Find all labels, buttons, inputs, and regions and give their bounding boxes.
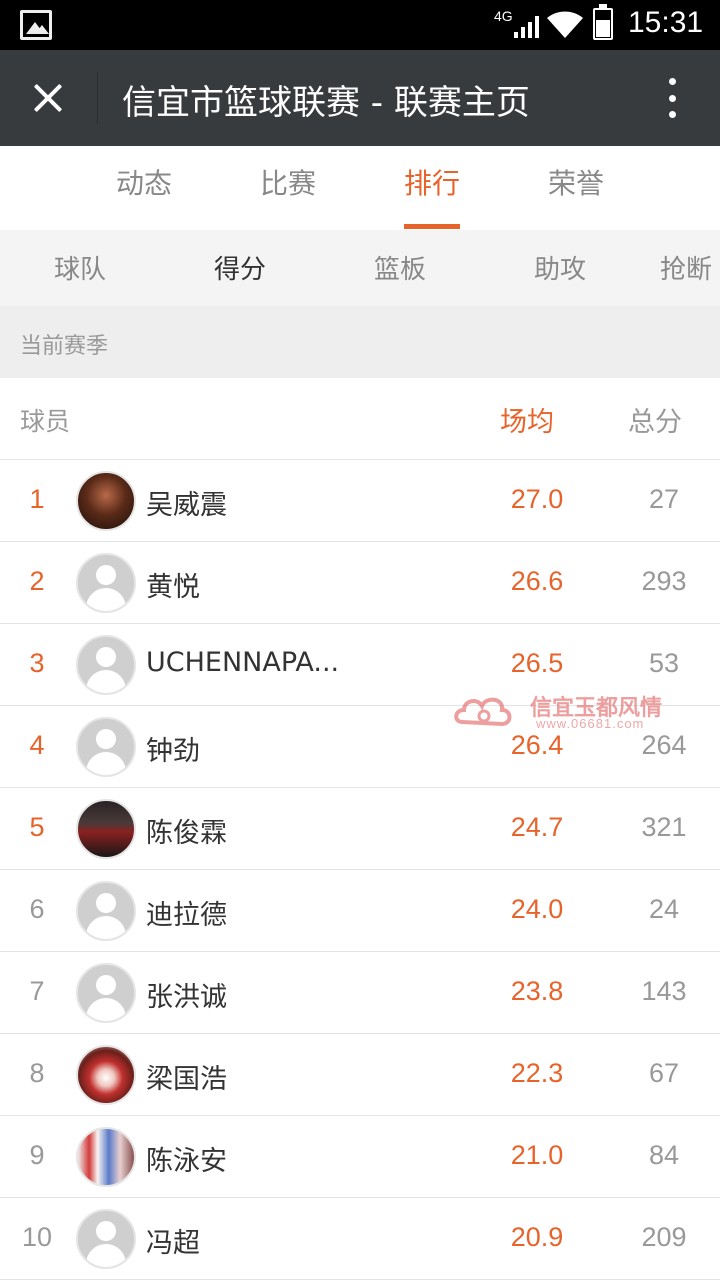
rank: 7 — [29, 976, 45, 1006]
total-points: 293 — [641, 566, 687, 596]
rank: 8 — [29, 1058, 45, 1088]
rank: 10 — [21, 1222, 53, 1252]
total-points: 143 — [641, 976, 687, 1006]
average-points: 24.0 — [510, 894, 564, 924]
table-row[interactable]: 2 黄悦 26.6 293 — [0, 542, 720, 624]
more-options-icon[interactable] — [650, 72, 694, 124]
player-name: 张洪诚 — [146, 982, 227, 1013]
battery-icon — [593, 4, 613, 40]
subtab-rebounds[interactable]: 篮板 — [340, 249, 460, 286]
season-label: 当前赛季 — [0, 306, 720, 378]
rank: 1 — [29, 484, 45, 514]
tab-honors[interactable]: 荣誉 — [516, 162, 636, 202]
tab-news[interactable]: 动态 — [84, 162, 204, 202]
rank: 9 — [29, 1140, 45, 1170]
default-avatar-icon — [76, 1209, 136, 1269]
avatar-photo — [76, 471, 136, 531]
average-points: 24.7 — [510, 812, 564, 842]
total-points: 27 — [648, 484, 680, 514]
player-name: 陈泳安 — [146, 1146, 227, 1177]
average-points: 23.8 — [510, 976, 564, 1006]
table-header: 球员 场均 总分 — [0, 378, 720, 460]
total-points: 67 — [648, 1058, 680, 1088]
active-tab-indicator — [404, 224, 460, 229]
ranking-list: 1 吴威震 27.0 27 2 黄悦 26.6 293 3 UCHENNAPA.… — [0, 460, 720, 1280]
default-avatar-icon — [76, 635, 136, 695]
average-points: 22.3 — [510, 1058, 564, 1088]
page-title: 信宜市篮球联赛 - 联赛主页 — [122, 83, 530, 123]
player-name: 黄悦 — [146, 572, 200, 603]
default-avatar-icon — [76, 553, 136, 613]
average-points: 26.6 — [510, 566, 564, 596]
rank: 5 — [29, 812, 45, 842]
total-points: 209 — [641, 1222, 687, 1252]
signal-icon — [514, 14, 539, 38]
default-avatar-icon — [76, 717, 136, 777]
wifi-icon — [547, 11, 583, 38]
sub-tabs: 球队 得分 篮板 助攻 抢断 — [0, 230, 720, 306]
close-icon[interactable] — [18, 68, 78, 128]
season-text: 当前赛季 — [20, 334, 109, 359]
column-average[interactable]: 场均 — [500, 400, 554, 439]
average-points: 21.0 — [510, 1140, 564, 1170]
table-row[interactable]: 7 张洪诚 23.8 143 — [0, 952, 720, 1034]
total-points: 84 — [648, 1140, 680, 1170]
total-points: 321 — [641, 812, 687, 842]
average-points: 26.5 — [510, 648, 564, 678]
image-notification-icon — [20, 10, 52, 40]
network-type: 4G — [494, 8, 513, 24]
avatar-photo — [76, 1045, 136, 1105]
rank: 2 — [29, 566, 45, 596]
tab-games[interactable]: 比赛 — [228, 162, 348, 202]
subtab-points[interactable]: 得分 — [180, 249, 300, 286]
avatar-photo — [76, 799, 136, 859]
player-name: 吴威震 — [146, 490, 227, 521]
table-row[interactable]: 8 梁国浩 22.3 67 — [0, 1034, 720, 1116]
rank: 6 — [29, 894, 45, 924]
average-points: 27.0 — [510, 484, 564, 514]
average-points: 26.4 — [510, 730, 564, 760]
average-points: 20.9 — [510, 1222, 564, 1252]
subtab-team[interactable]: 球队 — [20, 249, 140, 286]
main-tabs: 动态 比赛 排行 荣誉 — [0, 146, 720, 230]
table-row[interactable]: 3 UCHENNAPA... 26.5 53 — [0, 624, 720, 706]
player-name: UCHENNAPA... — [146, 647, 340, 678]
player-name: 迪拉德 — [146, 900, 227, 931]
table-row[interactable]: 9 陈泳安 21.0 84 — [0, 1116, 720, 1198]
player-name: 钟劲 — [146, 736, 200, 767]
divider — [97, 72, 98, 124]
subtab-steals[interactable]: 抢断 — [660, 249, 720, 286]
total-points: 24 — [648, 894, 680, 924]
table-row[interactable]: 1 吴威震 27.0 27 — [0, 460, 720, 542]
avatar-photo — [76, 1127, 136, 1187]
total-points: 53 — [648, 648, 680, 678]
player-name: 陈俊霖 — [146, 818, 227, 849]
table-row[interactable]: 6 迪拉德 24.0 24 — [0, 870, 720, 952]
rank: 4 — [29, 730, 45, 760]
rank: 3 — [29, 648, 45, 678]
column-player: 球员 — [20, 407, 71, 436]
subtab-assists[interactable]: 助攻 — [500, 249, 620, 286]
total-points: 264 — [641, 730, 687, 760]
title-bar: 信宜市篮球联赛 - 联赛主页 — [0, 50, 720, 146]
tab-rankings[interactable]: 排行 — [372, 162, 492, 202]
default-avatar-icon — [76, 881, 136, 941]
table-row[interactable]: 4 钟劲 26.4 264 — [0, 706, 720, 788]
clock: 15:31 — [628, 6, 704, 39]
default-avatar-icon — [76, 963, 136, 1023]
status-bar: 4G 15:31 — [0, 0, 720, 50]
player-name: 梁国浩 — [146, 1064, 227, 1095]
player-name: 冯超 — [146, 1228, 200, 1259]
table-row[interactable]: 10 冯超 20.9 209 — [0, 1198, 720, 1280]
table-row[interactable]: 5 陈俊霖 24.7 321 — [0, 788, 720, 870]
column-total[interactable]: 总分 — [628, 400, 682, 439]
